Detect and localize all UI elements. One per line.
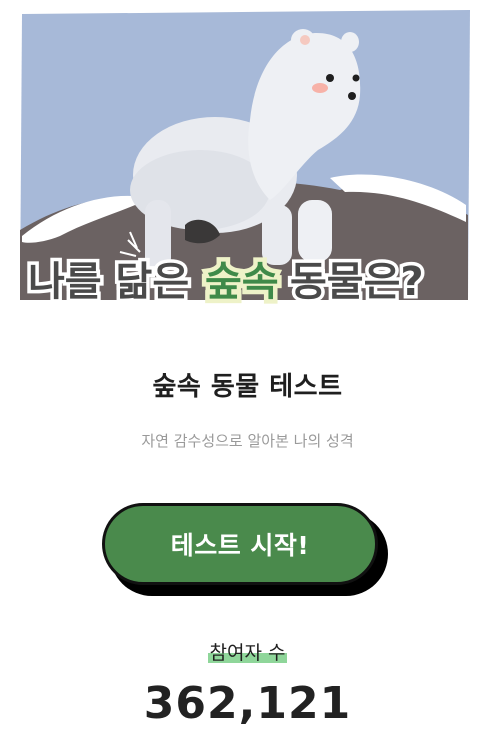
- page-subtitle: 자연 감수성으로 알아본 나의 성격: [141, 432, 354, 450]
- start-button-wrapper: 테스트 시작!: [102, 503, 392, 599]
- start-test-button[interactable]: 테스트 시작!: [102, 503, 378, 585]
- participants-label: 참여자 수: [207, 638, 288, 665]
- participants-count: 362,121: [143, 678, 352, 729]
- page-title: 숲속 동물 테스트: [152, 372, 343, 402]
- start-test-button-label: 테스트 시작!: [170, 531, 310, 560]
- hero-headline: 나를 닮은 숲속 동물은?: [0, 250, 495, 310]
- hero-headline-part1: 나를 닮은: [28, 259, 189, 305]
- hero-headline-part2: 동물은?: [290, 259, 424, 305]
- hero-headline-highlight: 숲속: [205, 259, 279, 305]
- participants-section: 참여자 수: [0, 638, 495, 665]
- hero-headline-text: 나를 닮은 숲속 동물은?: [25, 255, 428, 310]
